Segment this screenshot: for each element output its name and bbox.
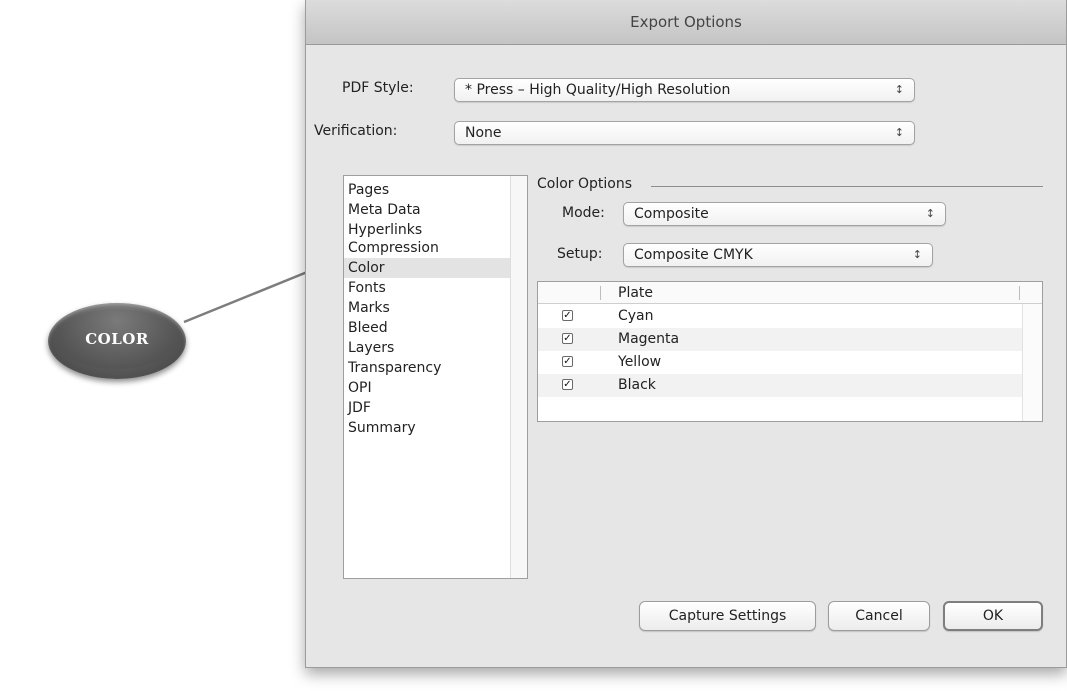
popup-stepper-icon: ↕ <box>925 207 935 220</box>
plate-row-magenta[interactable]: ✓ Magenta <box>538 328 1022 351</box>
plate-checkbox[interactable]: ✓ <box>562 356 573 367</box>
verification-label: Verification: <box>314 123 398 139</box>
plate-row-cyan[interactable]: ✓ Cyan <box>538 305 1022 328</box>
plate-column-header[interactable]: Plate <box>618 282 653 304</box>
popup-stepper-icon: ↕ <box>912 248 922 261</box>
plate-table-scrollbar[interactable] <box>1022 304 1042 421</box>
popup-stepper-icon: ↕ <box>894 126 904 139</box>
popup-stepper-icon: ↕ <box>894 83 904 96</box>
callout-label: COLOR <box>85 330 149 348</box>
category-item-opi[interactable]: OPI <box>344 378 511 398</box>
category-item-color[interactable]: Color <box>344 258 511 278</box>
dialog-title: Export Options <box>306 0 1066 45</box>
ok-button[interactable]: OK <box>943 601 1043 631</box>
plate-name: Black <box>618 377 656 393</box>
category-item-fonts[interactable]: Fonts <box>344 278 511 298</box>
verification-value: None <box>465 125 502 141</box>
mode-value: Composite <box>634 206 709 222</box>
setup-value: Composite CMYK <box>634 247 753 263</box>
category-item-jdf[interactable]: JDF <box>344 398 511 418</box>
category-list[interactable]: Pages Meta Data Hyperlinks Compression C… <box>343 175 528 579</box>
category-item-bleed[interactable]: Bleed <box>344 318 511 338</box>
category-item-transparency[interactable]: Transparency <box>344 358 511 378</box>
plate-row-yellow[interactable]: ✓ Yellow <box>538 351 1022 374</box>
category-item-layers[interactable]: Layers <box>344 338 511 358</box>
cancel-button[interactable]: Cancel <box>828 601 930 631</box>
setup-label: Setup: <box>557 246 603 262</box>
plate-name: Yellow <box>618 354 662 370</box>
plate-row-black[interactable]: ✓ Black <box>538 374 1022 397</box>
setup-popup[interactable]: Composite CMYK ↕ <box>623 243 933 267</box>
plate-name: Cyan <box>618 308 654 324</box>
category-list-scrollbar[interactable] <box>510 176 527 578</box>
mode-label: Mode: <box>562 205 605 221</box>
plate-table-header: Plate <box>538 282 1042 304</box>
plate-checkbox[interactable]: ✓ <box>562 333 573 344</box>
export-options-dialog: Export Options PDF Style: * Press – High… <box>305 0 1067 668</box>
category-item-meta-data[interactable]: Meta Data <box>344 200 511 220</box>
plate-checkbox[interactable]: ✓ <box>562 379 573 390</box>
category-item-pages[interactable]: Pages <box>344 180 511 200</box>
color-callout-badge: COLOR <box>48 303 186 379</box>
category-item-summary[interactable]: Summary <box>344 418 511 438</box>
category-item-hyperlinks[interactable]: Hyperlinks <box>344 220 511 240</box>
plate-name: Magenta <box>618 331 680 347</box>
category-item-marks[interactable]: Marks <box>344 298 511 318</box>
pdf-style-value: * Press – High Quality/High Resolution <box>465 82 731 98</box>
group-divider <box>651 186 1043 187</box>
verification-popup[interactable]: None ↕ <box>454 121 915 145</box>
plate-checkbox[interactable]: ✓ <box>562 310 573 321</box>
pdf-style-label: PDF Style: <box>342 80 414 96</box>
pdf-style-popup[interactable]: * Press – High Quality/High Resolution ↕ <box>454 78 915 102</box>
category-item-compression[interactable]: Compression <box>344 238 511 258</box>
capture-settings-button[interactable]: Capture Settings <box>639 601 816 631</box>
color-options-title: Color Options <box>537 176 633 192</box>
mode-popup[interactable]: Composite ↕ <box>623 202 946 226</box>
plate-table[interactable]: Plate ✓ Cyan ✓ Magenta ✓ Yellow ✓ Black <box>537 281 1043 422</box>
